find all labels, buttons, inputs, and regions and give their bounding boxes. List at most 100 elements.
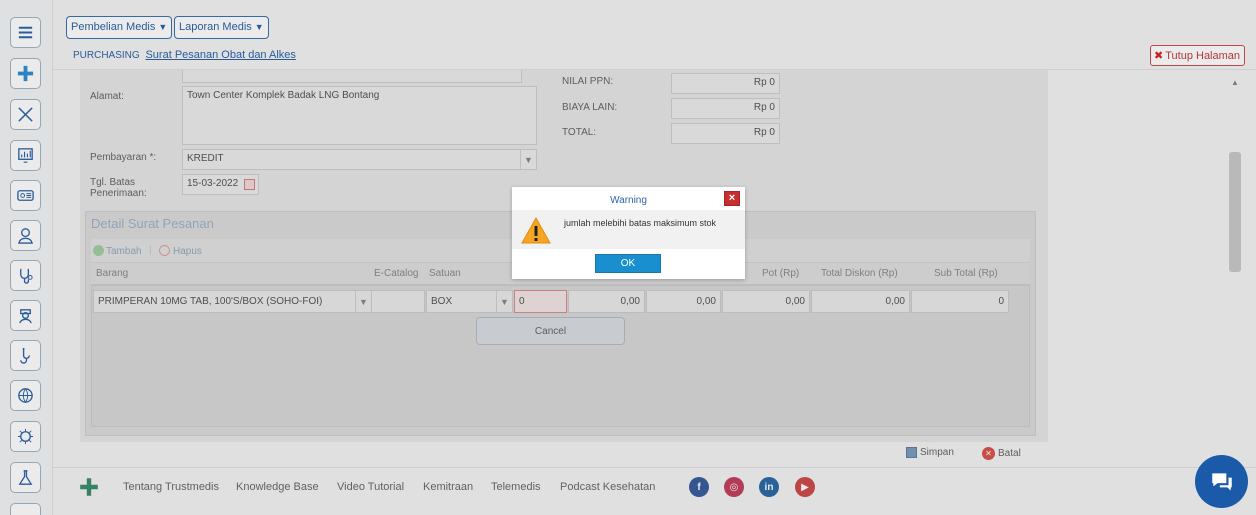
ok-button[interactable]: OK	[595, 254, 661, 273]
tutup-halaman-button[interactable]: ✖ Tutup Halaman	[1150, 45, 1246, 66]
alamat-textarea[interactable]: Town Center Komplek Badak LNG Bontang	[182, 86, 537, 145]
chevron-down-icon: ▼	[254, 22, 264, 32]
facebook-icon[interactable]: f	[689, 477, 709, 497]
tambah-button[interactable]: Tambah	[93, 245, 142, 257]
globe-icon[interactable]	[10, 380, 41, 411]
dialog-title: Warning	[610, 195, 647, 206]
biaya-lain-input[interactable]: Rp 0	[671, 98, 780, 119]
alamat-label: Alamat:	[90, 91, 124, 102]
qty-cell[interactable]: 0	[514, 290, 567, 313]
batal-label: Batal	[998, 448, 1021, 459]
warning-dialog: Warning × jumlah melebihi batas maksimum…	[512, 187, 745, 279]
dialog-close-button[interactable]: ×	[724, 191, 740, 206]
hapus-label: Hapus	[173, 246, 202, 257]
total-label: TOTAL:	[562, 127, 597, 138]
tools-icon[interactable]	[10, 99, 41, 130]
laporan-medis-label: Laporan Medis	[179, 21, 252, 33]
virus-icon[interactable]	[10, 421, 41, 452]
scroll-thumb[interactable]	[1229, 152, 1241, 272]
col-pot: Pot (Rp)	[762, 268, 800, 279]
nurse-icon[interactable]	[10, 300, 41, 331]
satuan-value: BOX	[431, 296, 453, 307]
pembayaran-select[interactable]: KREDIT ▼	[182, 149, 537, 170]
pot-cell[interactable]: 0,00	[722, 290, 810, 313]
footer-link-video[interactable]: Video Tutorial	[337, 481, 404, 493]
save-icon	[906, 447, 917, 458]
total-diskon-cell[interactable]: 0,00	[811, 290, 910, 313]
pembelian-medis-dropdown[interactable]: Pembelian Medis ▼	[66, 16, 173, 39]
calendar-icon[interactable]	[244, 179, 255, 190]
trustmedis-logo-icon	[78, 476, 100, 498]
col-total-diskon: Total Diskon (Rp)	[821, 268, 898, 279]
chevron-down-icon: ▼	[355, 291, 371, 312]
col-ecatalog: E-Catalog	[374, 268, 419, 279]
pembayaran-value: KREDIT	[187, 153, 224, 164]
menu-icon[interactable]	[10, 17, 41, 48]
ppn-input[interactable]: Rp 0	[671, 73, 780, 94]
medical-icon[interactable]	[10, 340, 41, 371]
ppn-label: NILAI PPN:	[562, 76, 614, 87]
tutup-halaman-label: Tutup Halaman	[1165, 50, 1241, 62]
sub-total-cell[interactable]: 0	[911, 290, 1009, 313]
col-sub-total: Sub Total (Rp)	[934, 268, 998, 279]
tgl-value: 15-03-2022	[187, 178, 239, 189]
delete-icon	[159, 245, 170, 256]
supplier-select[interactable]	[182, 70, 522, 83]
breadcrumb-page-link[interactable]: Surat Pesanan Obat dan Alkes	[145, 49, 295, 61]
satuan-cell[interactable]: BOX ▼	[426, 290, 513, 313]
barang-cell[interactable]: PRIMPERAN 10MG TAB, 100'S/BOX (SOHO-FOI)…	[93, 290, 372, 313]
tgl-batas-input[interactable]: 15-03-2022	[182, 174, 259, 195]
tambah-label: Tambah	[106, 246, 142, 257]
section-title: Detail Surat Pesanan	[91, 216, 214, 231]
lab-flask-icon[interactable]	[10, 462, 41, 493]
simpan-label: Simpan	[920, 447, 954, 458]
cancel-icon: ✕	[982, 447, 995, 460]
footer-link-tentang[interactable]: Tentang Trustmedis	[123, 481, 219, 493]
warning-icon	[521, 216, 551, 244]
chat-icon	[1211, 472, 1232, 491]
chevron-down-icon: ▼	[158, 22, 168, 32]
chat-button[interactable]	[1195, 455, 1248, 508]
scroll-up-icon[interactable]: ▲	[1231, 78, 1239, 87]
doctor-icon[interactable]	[10, 220, 41, 251]
close-icon: ✖	[1154, 50, 1164, 62]
batal-button[interactable]: ✕ Batal	[982, 447, 1021, 460]
left-sidebar	[0, 0, 53, 515]
stethoscope-icon[interactable]	[10, 260, 41, 291]
laporan-medis-dropdown[interactable]: Laporan Medis ▼	[174, 16, 269, 39]
diskon-cell[interactable]: 0,00	[646, 290, 721, 313]
instagram-icon[interactable]: ◎	[724, 477, 744, 497]
row-editor-cancel-button[interactable]: Cancel	[476, 317, 625, 345]
detail-grid: PRIMPERAN 10MG TAB, 100'S/BOX (SOHO-FOI)…	[91, 285, 1030, 427]
ecatalog-cell[interactable]	[371, 290, 425, 313]
tgl-label-line1: Tgl. Batas	[90, 177, 136, 188]
biaya-lain-label: BIAYA LAIN:	[562, 102, 618, 113]
footer-link-kemitraan[interactable]: Kemitraan	[423, 481, 473, 493]
dialog-body: jumlah melebihi batas maksimum stok	[512, 210, 745, 249]
simpan-button[interactable]: Simpan	[906, 447, 954, 458]
linkedin-icon[interactable]: in	[759, 477, 779, 497]
more-menu-icon[interactable]	[10, 503, 41, 515]
chevron-down-icon: ▼	[520, 150, 536, 169]
tgl-batas-label: Tgl. Batas Penerimaan:	[90, 177, 147, 199]
footer: Tentang Trustmedis Knowledge Base Video …	[53, 467, 1256, 515]
add-icon	[93, 245, 104, 256]
footer-link-telemedis[interactable]: Telemedis	[491, 481, 541, 493]
footer-link-knowledge[interactable]: Knowledge Base	[236, 481, 319, 493]
trustmedis-logo-icon[interactable]	[10, 58, 41, 89]
breadcrumb-root: PURCHASING	[73, 50, 140, 61]
toolbar-divider: |	[149, 245, 152, 256]
chevron-down-icon: ▼	[496, 291, 512, 312]
harga-cell[interactable]: 0,00	[568, 290, 645, 313]
hapus-button[interactable]: Hapus	[159, 245, 202, 257]
youtube-icon[interactable]: ▶	[795, 477, 815, 497]
pembelian-medis-label: Pembelian Medis	[71, 21, 156, 33]
id-card-icon[interactable]	[10, 180, 41, 211]
dialog-message: jumlah melebihi batas maksimum stok	[564, 218, 717, 228]
footer-link-podcast[interactable]: Podcast Kesehatan	[560, 481, 655, 493]
scrollbar[interactable]: ▲	[1228, 72, 1242, 452]
col-satuan: Satuan	[429, 268, 461, 279]
chart-board-icon[interactable]	[10, 140, 41, 171]
total-input[interactable]: Rp 0	[671, 123, 780, 144]
tgl-label-line2: Penerimaan:	[90, 188, 147, 199]
